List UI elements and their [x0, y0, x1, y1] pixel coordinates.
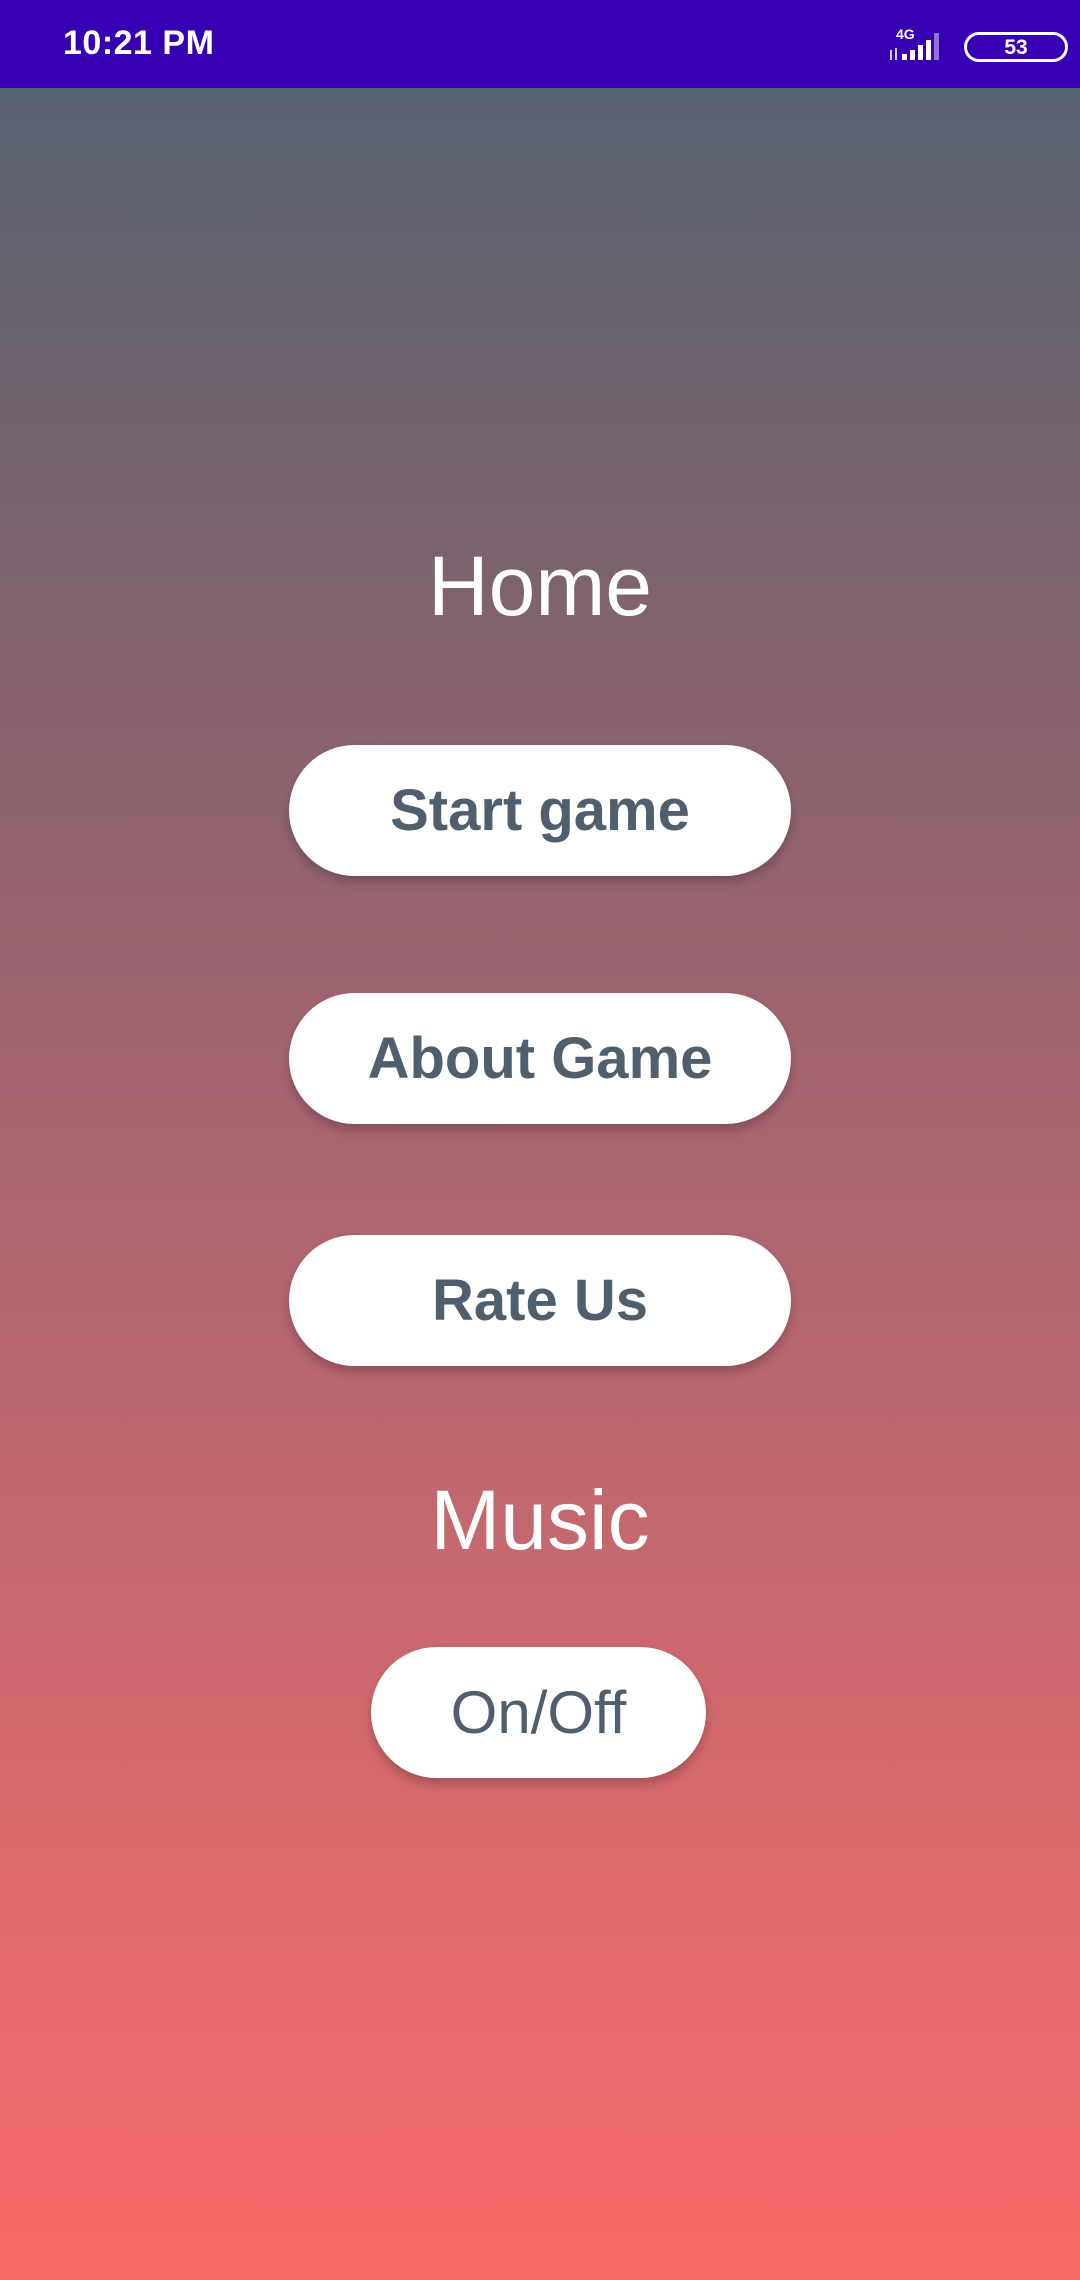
rate-us-button[interactable]: Rate Us — [289, 1235, 791, 1366]
start-game-button[interactable]: Start game — [289, 745, 791, 876]
home-screen: Home Start game About Game Rate Us Music… — [0, 88, 1080, 2280]
music-title: Music — [430, 1473, 650, 1567]
network-type-label: 4G — [896, 26, 915, 42]
status-bar: 10:21 PM 4G 53 — [0, 0, 1080, 88]
home-title: Home — [427, 539, 653, 633]
battery-level: 53 — [1004, 35, 1028, 59]
battery-icon: 53 — [964, 32, 1068, 62]
signal-icon: 4G — [890, 26, 939, 60]
about-game-button[interactable]: About Game — [289, 993, 791, 1124]
music-toggle-button[interactable]: On/Off — [371, 1647, 706, 1778]
status-time: 10:21 PM — [63, 24, 215, 62]
